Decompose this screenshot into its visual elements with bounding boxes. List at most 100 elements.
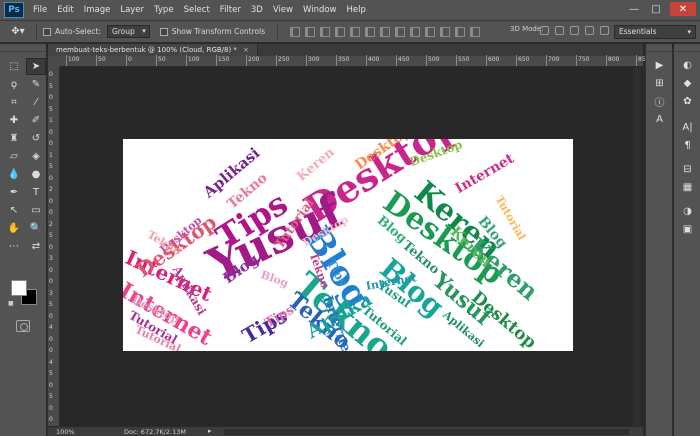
vertical-ruler[interactable]: 0505100150200250300350400450500 [48, 67, 60, 428]
paths-panel-icon[interactable]: ▣ [674, 220, 700, 238]
horizontal-ruler[interactable]: 100 50 0 50 100 150 200 250 300 350 400 450 500 550 60… [60, 55, 649, 67]
quick-select-tool-icon[interactable]: ✎ [26, 76, 46, 93]
color-panel-icon[interactable]: ◐ [674, 56, 700, 74]
brush-tool-icon[interactable]: ✐ [26, 112, 46, 129]
paint-bucket-tool-icon[interactable]: ◈ [26, 148, 46, 165]
zoom-tool-icon[interactable]: 🔍 [26, 220, 46, 237]
distribute-bottom-icon[interactable] [410, 26, 421, 37]
align-bottom-icon[interactable] [320, 26, 331, 37]
menu-3d[interactable]: 3D [246, 0, 268, 21]
panel-grip[interactable] [646, 44, 672, 52]
horizontal-scrollbar[interactable] [224, 429, 629, 435]
auto-select-dropdown[interactable]: Group [106, 25, 150, 38]
ruler-label: 5 [49, 105, 53, 113]
extra-tools-icon[interactable]: ⋯ [4, 238, 24, 255]
document-canvas[interactable]: Desktop Yusuf Blog Tekno Desktop Keren Tips Int… [123, 139, 573, 351]
menu-window[interactable]: Window [298, 0, 342, 21]
align-top-icon[interactable] [290, 26, 301, 37]
distribute-left-icon[interactable] [425, 26, 436, 37]
align-hcenter-icon[interactable] [350, 26, 361, 37]
character-panel-icon[interactable]: A [646, 110, 673, 128]
ruler-label: 0 [49, 278, 53, 285]
history-brush-tool-icon[interactable]: ↺ [26, 130, 46, 147]
ruler-label: 0 [49, 71, 53, 78]
3d-slide-icon[interactable] [585, 26, 594, 35]
distribute-right-icon[interactable] [455, 26, 466, 37]
lasso-tool-icon[interactable]: ϙ [4, 76, 24, 93]
menu-layer[interactable]: Layer [115, 0, 149, 21]
distribute-vcenter-icon[interactable] [395, 26, 406, 37]
menu-edit[interactable]: Edit [52, 0, 78, 21]
menu-filter[interactable]: Filter [215, 0, 246, 21]
blur-tool-icon[interactable]: 💧 [4, 166, 24, 183]
menu-view[interactable]: View [268, 0, 298, 21]
dodge-tool-icon[interactable]: ● [26, 166, 46, 183]
3d-rotate-icon[interactable] [540, 26, 549, 35]
path-select-tool-icon[interactable]: ↖ [4, 202, 24, 219]
workspace-switcher[interactable]: Essentials [614, 25, 696, 39]
show-transform-checkbox[interactable] [159, 27, 168, 36]
ruler-label: 5 [49, 82, 53, 90]
move-tool-icon[interactable]: ✥▾ [6, 23, 30, 41]
3d-mode-buttons [540, 26, 609, 35]
pen-tool-icon[interactable]: ✒ [4, 184, 24, 201]
3d-pan-icon[interactable] [570, 26, 579, 35]
align-left-icon[interactable] [335, 26, 346, 37]
status-menu-arrow-icon[interactable]: ▸ [208, 427, 212, 435]
distribute-hcenter-icon[interactable] [440, 26, 451, 37]
eyedropper-tool-icon[interactable]: ⁄ [26, 94, 46, 111]
styles-panel-icon[interactable]: ▦ [674, 178, 700, 196]
foreground-color-swatch[interactable] [11, 280, 27, 296]
document-size-info: Doc: 672.7K/2.13M [124, 428, 186, 436]
panel-grip[interactable] [674, 44, 700, 52]
zoom-level[interactable]: 100% [56, 428, 75, 436]
crop-tool-icon[interactable]: ⌗ [4, 94, 24, 111]
ruler-label: 0 [49, 209, 53, 216]
healing-brush-tool-icon[interactable]: ✚ [4, 112, 24, 129]
quick-mask-icon[interactable] [16, 320, 30, 332]
align-right-icon[interactable] [365, 26, 376, 37]
vertical-scrollbar[interactable] [633, 68, 641, 426]
align-vcenter-icon[interactable] [305, 26, 316, 37]
ruler-tick [156, 55, 157, 66]
shape-tool-icon[interactable]: ▭ [26, 202, 46, 219]
adjustments-panel-icon[interactable]: ◑ [674, 202, 700, 220]
paragraph-panel-icon[interactable]: ¶ [674, 136, 700, 154]
panel-grip[interactable] [0, 44, 46, 52]
distribute-top-icon[interactable] [380, 26, 391, 37]
ruler-tick [276, 55, 277, 66]
auto-select-checkbox[interactable] [43, 27, 51, 36]
menu-select[interactable]: Select [179, 0, 215, 21]
divider [36, 23, 37, 40]
layers-panel-icon[interactable]: ◆ [674, 74, 700, 92]
clone-stamp-tool-icon[interactable]: ♜ [4, 130, 24, 147]
close-tab-icon[interactable]: × [243, 46, 249, 54]
ruler-origin[interactable] [48, 56, 60, 67]
properties-panel-icon[interactable]: ⊞ [646, 74, 673, 92]
marquee-tool-icon[interactable]: ⬚ [4, 58, 24, 75]
swatches-panel-icon[interactable]: ⊟ [674, 160, 700, 178]
ruler-label: 50 [158, 56, 166, 63]
type-tool-icon[interactable]: T [26, 184, 46, 201]
3d-scale-icon[interactable] [600, 26, 609, 35]
hand-tool-icon[interactable]: ✋ [4, 220, 24, 237]
swap-colors-icon[interactable]: ⇄ [26, 238, 46, 255]
menu-help[interactable]: Help [342, 0, 371, 21]
history-panel-icon[interactable]: ▶ [646, 56, 673, 74]
menu-type[interactable]: Type [149, 0, 179, 21]
close-button[interactable]: ✕ [670, 2, 696, 16]
maximize-button[interactable]: □ [646, 2, 666, 16]
minimize-button[interactable]: — [624, 2, 644, 16]
default-colors-icon[interactable]: ■ [8, 300, 14, 307]
move-tool-button-icon[interactable]: ➤ [26, 58, 46, 75]
auto-align-icon[interactable] [470, 26, 481, 37]
3d-roll-icon[interactable] [555, 26, 564, 35]
document-tab[interactable]: membuat-teks-berbentuk @ 100% (Cloud, RG… [48, 44, 258, 56]
actions-panel-icon[interactable]: A| [674, 118, 700, 136]
menu-image[interactable]: Image [79, 0, 116, 21]
channels-panel-icon[interactable]: ✿ [674, 92, 700, 110]
info-panel-icon[interactable]: ⓘ [646, 92, 673, 110]
color-swatches[interactable]: ■ [8, 280, 40, 308]
menu-file[interactable]: File [28, 0, 52, 21]
eraser-tool-icon[interactable]: ▱ [4, 148, 24, 165]
